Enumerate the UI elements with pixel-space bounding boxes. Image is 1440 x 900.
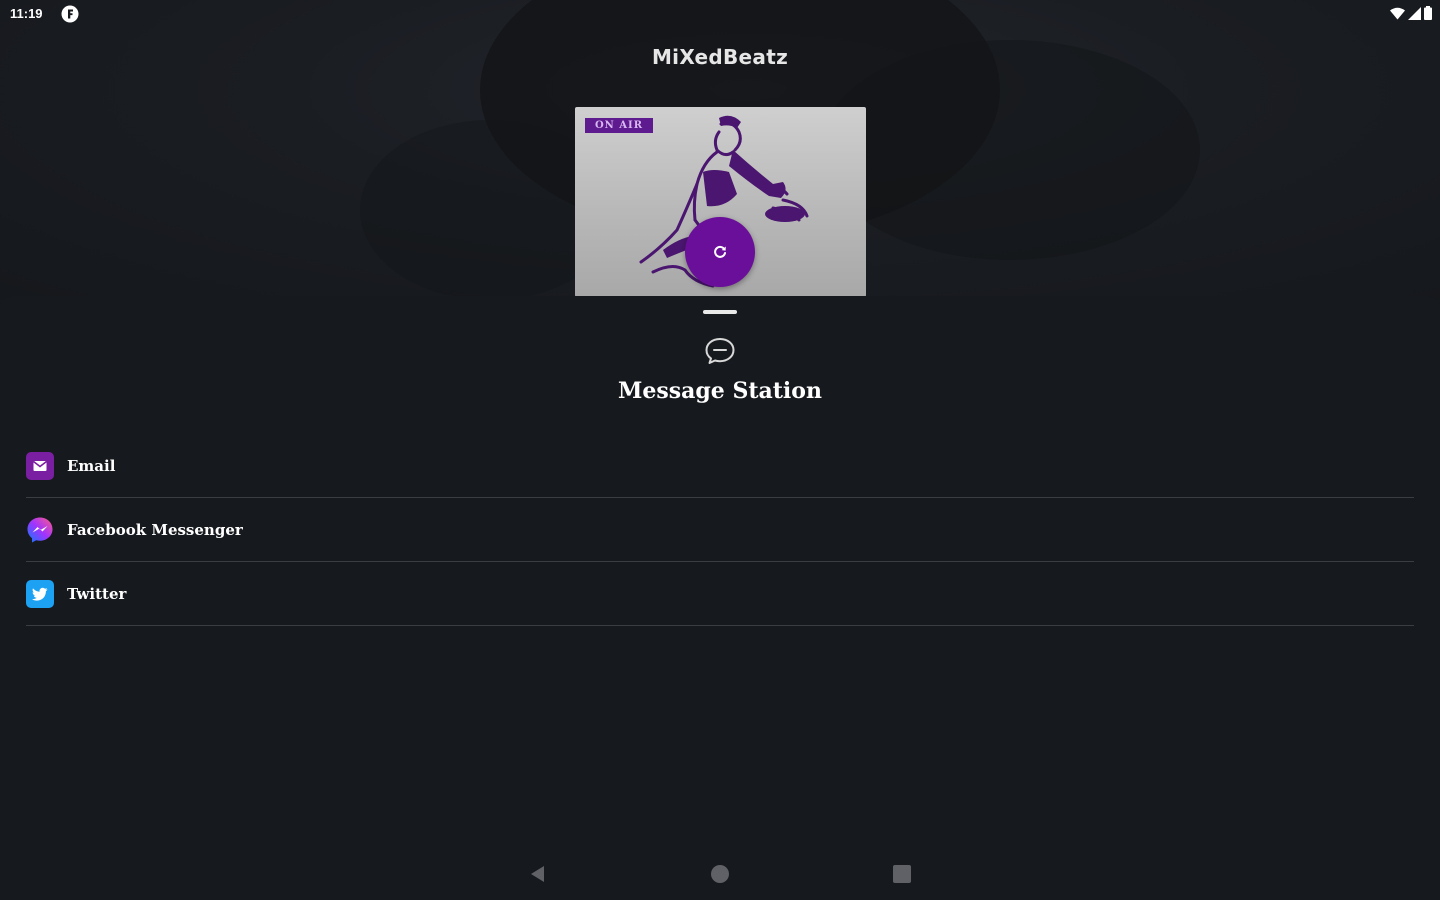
email-icon	[26, 451, 54, 480]
app-title: MiXedBeatz	[651, 45, 789, 69]
sheet-title: Message Station	[618, 378, 822, 404]
app-notification-icon	[61, 5, 79, 23]
chat-bubble-icon	[705, 338, 735, 364]
drag-handle[interactable]	[703, 310, 737, 314]
battery-icon	[1424, 6, 1432, 20]
list-item-email[interactable]: Email	[26, 434, 1414, 498]
wifi-icon	[1390, 7, 1405, 19]
status-bar: 11:19	[0, 0, 1440, 28]
list-item-facebook-messenger[interactable]: Facebook Messenger	[26, 498, 1414, 562]
recents-icon[interactable]	[893, 865, 911, 883]
messenger-icon	[26, 516, 54, 544]
list-item-twitter[interactable]: Twitter	[26, 562, 1414, 626]
cell-signal-icon	[1408, 6, 1421, 20]
status-time: 11:19	[10, 6, 43, 21]
play-button[interactable]	[685, 217, 755, 287]
back-icon[interactable]	[528, 864, 548, 884]
navigation-bar	[0, 852, 1440, 900]
home-icon[interactable]	[711, 865, 729, 883]
message-station-sheet: Message Station Email Facebook Messenger…	[0, 296, 1440, 900]
list-item-label: Facebook Messenger	[67, 520, 243, 539]
list-item-label: Email	[67, 456, 116, 475]
contact-options-list: Email Facebook Messenger Twitter	[26, 434, 1414, 626]
list-item-label: Twitter	[67, 584, 127, 603]
refresh-icon	[714, 245, 726, 258]
twitter-icon	[26, 579, 54, 608]
